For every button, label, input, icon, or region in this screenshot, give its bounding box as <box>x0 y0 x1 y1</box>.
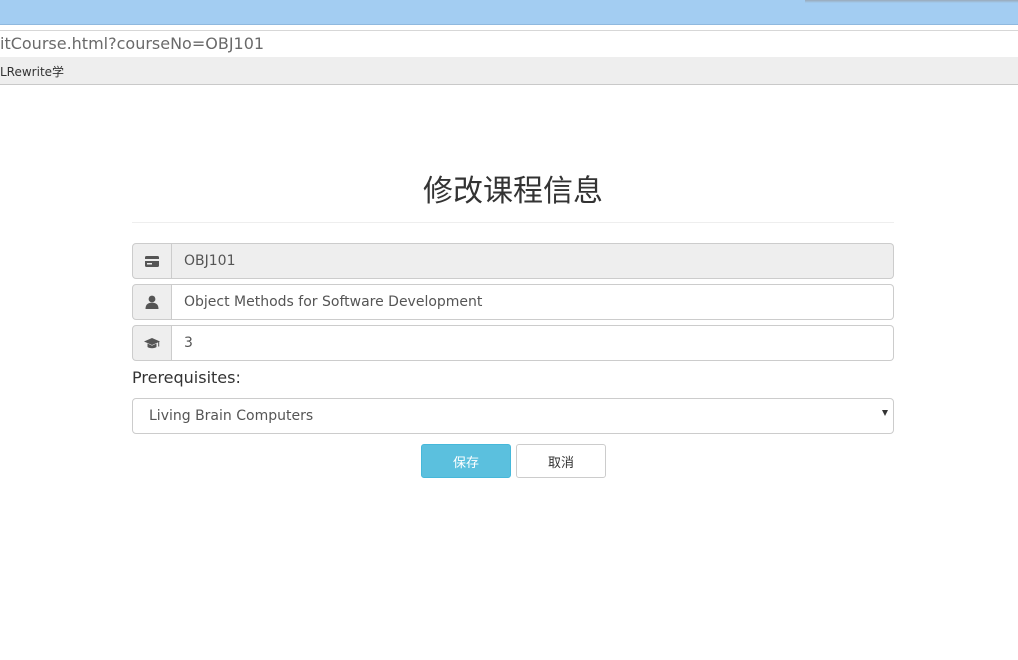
course-no-input[interactable] <box>172 243 894 279</box>
bookmark-item[interactable]: LRewrite学 <box>0 63 64 80</box>
course-name-group <box>132 284 894 320</box>
title-divider <box>132 222 894 223</box>
browser-title-bar <box>0 0 1018 25</box>
dropdown-arrow-icon <box>882 410 888 416</box>
course-name-input[interactable] <box>172 284 894 320</box>
user-icon <box>132 284 172 320</box>
page-title: 修改课程信息 <box>423 174 603 209</box>
cancel-button[interactable]: 取消 <box>516 444 606 478</box>
credit-input[interactable] <box>172 325 894 361</box>
address-url[interactable]: itCourse.html?courseNo=OBJ101 <box>0 34 264 53</box>
bookmark-bar: LRewrite学 <box>0 57 1018 85</box>
address-bar[interactable]: itCourse.html?courseNo=OBJ101 <box>0 30 1018 58</box>
graduation-cap-icon <box>132 325 172 361</box>
prerequisites-select[interactable]: Living Brain Computers <box>132 398 894 434</box>
course-no-group <box>132 243 894 279</box>
id-card-icon <box>132 243 172 279</box>
save-button[interactable]: 保存 <box>421 444 511 478</box>
prerequisites-label: Prerequisites: <box>132 368 241 387</box>
window-edge-shadow <box>805 0 1018 3</box>
credit-group <box>132 325 894 361</box>
prerequisites-selected-value: Living Brain Computers <box>149 408 314 424</box>
